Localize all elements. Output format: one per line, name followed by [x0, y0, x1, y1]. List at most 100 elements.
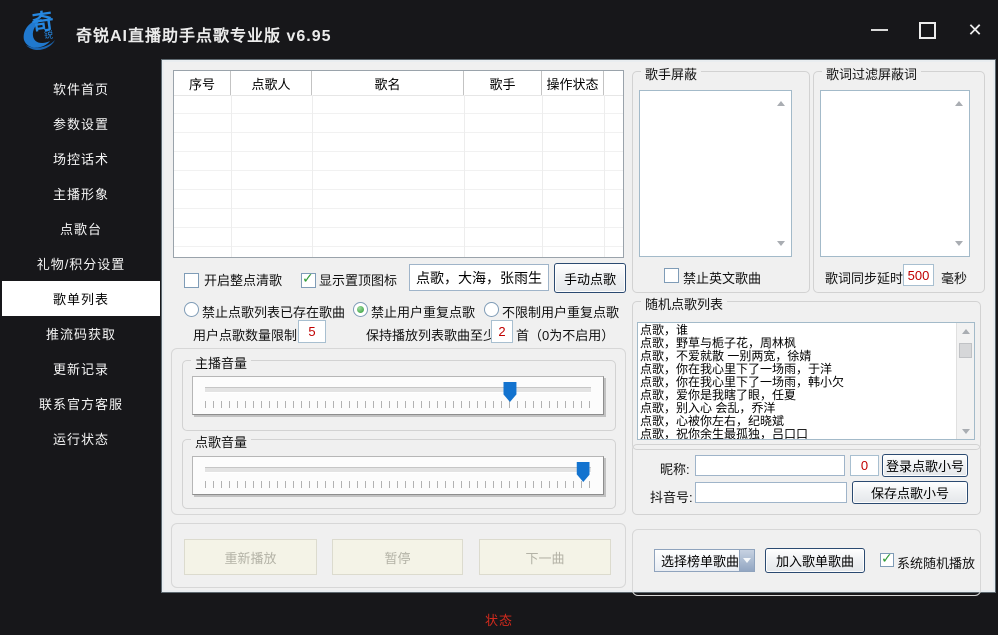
table-body-empty	[174, 95, 623, 257]
lyric-delay-label: 歌词同步延时	[825, 268, 903, 287]
list-item[interactable]: 点歌，祝你余生最孤独，吕口口	[640, 428, 956, 440]
table-header-row: 序号 点歌人 歌名 歌手 操作状态	[174, 71, 623, 96]
chevron-down-icon[interactable]	[739, 550, 754, 571]
scroll-down-icon[interactable]	[777, 241, 785, 246]
random-song-list[interactable]: 点歌，谁 点歌，野草与栀子花，周林枫 点歌，不爱就散 一别两宽，徐婧 点歌，你在…	[637, 322, 975, 440]
column-header-song[interactable]: 歌名	[312, 71, 464, 95]
radio-forbid-duplicate-label: 禁止用户重复点歌	[371, 302, 475, 321]
list-scrollbar[interactable]	[956, 323, 974, 439]
manual-request-button[interactable]: 手动点歌	[554, 263, 626, 293]
title-bar: 奇 锐 奇锐AI直播助手点歌专业版 v6.95 ✕	[0, 0, 998, 61]
maximize-button[interactable]	[916, 19, 938, 41]
add-playlist-song-button[interactable]: 加入歌单歌曲	[765, 548, 865, 573]
no-english-label: 禁止英文歌曲	[683, 268, 761, 287]
replay-button[interactable]: 重新播放	[184, 539, 317, 575]
song-volume-label: 点歌音量	[191, 432, 251, 451]
song-request-input[interactable]	[409, 264, 549, 291]
scroll-down-icon[interactable]	[955, 241, 963, 246]
lyric-filter-group: 歌词过滤屏蔽词 歌词同步延时 500 毫秒	[813, 71, 985, 293]
column-header-requester[interactable]: 点歌人	[231, 71, 312, 95]
status-bar: 状态	[0, 592, 998, 635]
sidebar-item-song-station[interactable]: 点歌台	[2, 211, 160, 246]
close-icon: ✕	[967, 21, 982, 39]
column-header-singer[interactable]: 歌手	[464, 71, 542, 95]
no-english-checkbox[interactable]	[664, 268, 679, 283]
scroll-up-icon[interactable]	[962, 329, 970, 334]
sidebar-item-playlist[interactable]: 歌单列表	[2, 281, 160, 316]
minimize-icon	[871, 29, 888, 31]
user-limit-label: 用户点歌数量限制:	[193, 325, 301, 344]
sidebar-item-changelog[interactable]: 更新记录	[2, 351, 160, 386]
sidebar-item-support[interactable]: 联系官方客服	[2, 386, 160, 421]
anchor-volume-label: 主播音量	[191, 353, 251, 372]
keep-songs-suffix: 首（0为不启用）	[516, 325, 614, 344]
scroll-up-icon[interactable]	[777, 101, 785, 106]
douyin-label: 抖音号:	[650, 487, 693, 506]
radio-forbid-existing[interactable]	[184, 302, 199, 317]
anchor-volume-thumb[interactable]	[503, 382, 516, 402]
next-song-button[interactable]: 下一曲	[479, 539, 611, 575]
check-icon: ✓	[881, 550, 893, 567]
radio-forbid-duplicate[interactable]	[353, 302, 368, 317]
hourly-clear-checkbox[interactable]	[184, 273, 199, 288]
lyric-delay-value[interactable]: 500	[903, 264, 934, 286]
song-volume-slider[interactable]	[192, 456, 604, 495]
scrollbar-thumb[interactable]	[959, 343, 972, 358]
nickname-input[interactable]	[695, 455, 845, 476]
playlist-actions-section: 选择榜单歌曲 加入歌单歌曲 ✓ 系统随机播放	[632, 529, 981, 596]
system-random-play-checkbox[interactable]: ✓	[880, 553, 894, 567]
system-random-play-label: 系统随机播放	[897, 553, 975, 572]
radio-no-limit-label: 不限制用户重复点歌	[502, 302, 619, 321]
scroll-up-icon[interactable]	[955, 101, 963, 106]
singer-block-title: 歌手屏蔽	[641, 64, 701, 83]
chart-song-select-value: 选择榜单歌曲	[655, 550, 739, 571]
douyin-input[interactable]	[695, 482, 847, 503]
anchor-volume-slider[interactable]	[192, 376, 604, 415]
sidebar-item-stream-code[interactable]: 推流码获取	[2, 316, 160, 351]
app-window: 奇 锐 奇锐AI直播助手点歌专业版 v6.95 ✕ 软件首页 参数设置 场控话术…	[0, 0, 998, 635]
lyric-filter-title: 歌词过滤屏蔽词	[822, 64, 921, 83]
login-alt-account-button[interactable]: 登录点歌小号	[882, 454, 968, 477]
chart-song-select[interactable]: 选择榜单歌曲	[654, 549, 755, 572]
lyric-filter-textarea[interactable]	[820, 90, 970, 257]
column-header-index[interactable]: 序号	[174, 71, 231, 95]
minimize-button[interactable]	[868, 19, 890, 41]
maximize-icon	[919, 22, 936, 39]
random-list-group: 随机点歌列表 点歌，谁 点歌，野草与栀子花，周林枫 点歌，不爱就散 一别两宽，徐…	[632, 301, 981, 450]
show-pin-checkbox[interactable]: ✓	[301, 273, 316, 288]
close-button[interactable]: ✕	[964, 19, 986, 41]
singer-block-textarea[interactable]	[639, 90, 792, 257]
svg-text:锐: 锐	[44, 29, 53, 40]
account-count: 0	[850, 455, 879, 476]
main-panel: 序号 点歌人 歌名 歌手 操作状态 开启整点清歌 ✓ 显示置顶图标 手动点歌 禁…	[162, 60, 995, 592]
show-pin-label: 显示置顶图标	[319, 270, 397, 289]
keep-songs-value[interactable]: 2	[491, 320, 513, 343]
song-queue-table[interactable]: 序号 点歌人 歌名 歌手 操作状态	[173, 70, 624, 258]
random-list-title: 随机点歌列表	[641, 294, 727, 313]
sidebar-item-scripts[interactable]: 场控话术	[2, 141, 160, 176]
user-limit-value[interactable]: 5	[298, 320, 326, 343]
playback-section: 重新播放 暂停 下一曲	[171, 523, 626, 588]
pause-button[interactable]: 暂停	[332, 539, 463, 575]
sidebar-item-settings[interactable]: 参数设置	[2, 106, 160, 141]
singer-block-group: 歌手屏蔽 禁止英文歌曲	[632, 71, 810, 293]
save-alt-account-button[interactable]: 保存点歌小号	[852, 481, 968, 504]
account-group: 昵称: 0 登录点歌小号 抖音号: 保存点歌小号	[632, 444, 981, 515]
radio-no-limit[interactable]	[484, 302, 499, 317]
app-logo-icon: 奇 锐	[14, 4, 66, 56]
sidebar-item-avatar[interactable]: 主播形象	[2, 176, 160, 211]
sidebar-item-home[interactable]: 软件首页	[2, 71, 160, 106]
status-text: 状态	[0, 610, 998, 629]
hourly-clear-label: 开启整点清歌	[204, 270, 282, 289]
lyric-delay-unit: 毫秒	[941, 268, 967, 287]
song-volume-thumb[interactable]	[577, 462, 590, 482]
sidebar-item-run-status[interactable]: 运行状态	[2, 421, 160, 456]
radio-forbid-existing-label: 禁止点歌列表已存在歌曲	[202, 302, 345, 321]
scroll-down-icon[interactable]	[962, 429, 970, 434]
column-header-status[interactable]: 操作状态	[542, 71, 604, 95]
sidebar-item-gifts[interactable]: 礼物/积分设置	[2, 246, 160, 281]
song-volume-group: 点歌音量	[182, 439, 616, 509]
anchor-volume-group: 主播音量	[182, 360, 616, 431]
sidebar: 软件首页 参数设置 场控话术 主播形象 点歌台 礼物/积分设置 歌单列表 推流码…	[0, 61, 162, 592]
nickname-label: 昵称:	[660, 459, 690, 478]
